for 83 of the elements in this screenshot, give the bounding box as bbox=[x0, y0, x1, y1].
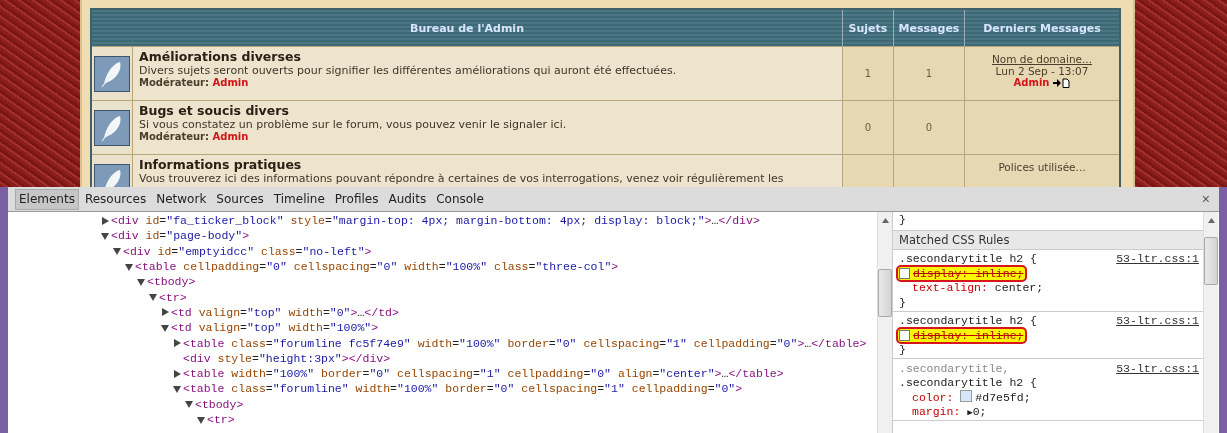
devtools-tab[interactable]: Sources bbox=[212, 188, 268, 210]
scroll-up-icon[interactable] bbox=[1207, 218, 1215, 223]
section-header: Matched CSS Rules bbox=[893, 229, 1203, 250]
scroll-up-icon[interactable] bbox=[881, 218, 889, 223]
scrollbar[interactable] bbox=[1203, 212, 1218, 433]
checkbox[interactable] bbox=[899, 267, 910, 279]
last-post-link[interactable]: Nom de domaine... bbox=[966, 53, 1118, 65]
expand-toggle-icon[interactable] bbox=[101, 231, 109, 240]
source-link[interactable]: 53-ltr.css:1 bbox=[1116, 314, 1199, 328]
css-selector: .secondarytitle h2 { bbox=[899, 376, 1038, 390]
html-code-line[interactable]: <td valign="top" width="0">…</td> bbox=[171, 305, 399, 319]
last-post-link[interactable]: Polices utilisée... bbox=[966, 161, 1118, 173]
moderator-link[interactable]: Admin bbox=[212, 77, 249, 88]
feather-icon bbox=[94, 55, 130, 92]
html-code-line[interactable]: <table cellpadding="0" cellspacing="0" width="100%" class="three-col"> bbox=[135, 260, 619, 274]
forum-description: Si vous constatez un problème sur le forum, vous pouvez venir le signaler ici. bbox=[139, 118, 568, 131]
expand-toggle-icon[interactable] bbox=[173, 384, 181, 393]
forum-title-link[interactable]: Améliorations diverses bbox=[139, 49, 836, 64]
css-selector: .secondarytitle h2 { bbox=[899, 252, 1038, 266]
devtools-tab[interactable]: Elements bbox=[15, 188, 79, 210]
expand-toggle-icon[interactable] bbox=[125, 262, 133, 271]
author-link[interactable]: Admin bbox=[1013, 77, 1050, 88]
expand-toggle-icon[interactable] bbox=[113, 247, 121, 256]
html-code-line[interactable]: <tbody> bbox=[147, 275, 196, 289]
moderator-link[interactable]: Admin bbox=[212, 131, 249, 142]
html-code-line[interactable]: <table width="100%" border="0" cellspacing="1" cellpadding="0" align="center">…</table> bbox=[183, 367, 784, 381]
moderator-label: Modérateur: bbox=[139, 77, 210, 88]
css-selector: .secondarytitle, bbox=[899, 361, 1010, 375]
html-code-line[interactable]: <tr> bbox=[159, 290, 187, 304]
expand-toggle-icon[interactable] bbox=[173, 369, 181, 378]
expand-toggle-icon[interactable] bbox=[149, 293, 157, 302]
scrollbar[interactable] bbox=[877, 212, 892, 433]
css-declaration[interactable]: color: #d7e5fd; bbox=[912, 390, 1031, 405]
html-code-line[interactable]: <table class="forumline fc5f74e9" width="100%" border="0" cellspacing="1" cellpadding="0">…</table> bbox=[183, 336, 867, 350]
devtools-tab[interactable]: Audits bbox=[384, 188, 431, 210]
expand-toggle-icon[interactable] bbox=[161, 323, 169, 332]
scrollbar-thumb[interactable] bbox=[878, 269, 892, 317]
html-code-line[interactable]: <td valign="top" width="100%"> bbox=[171, 321, 379, 335]
expand-toggle-icon[interactable] bbox=[185, 400, 193, 409]
source-link[interactable]: 53-ltr.css:1 bbox=[1116, 252, 1199, 266]
feather-icon bbox=[94, 109, 130, 146]
posts-count: 1 bbox=[893, 46, 965, 101]
forum-description: Divers sujets seront ouverts pour signifier les différentes améliorations qui auront été effectuées. bbox=[139, 64, 678, 77]
forum-description: Vous trouverez ici des informations pouvant répondre à certaines de vos interrogations, venez voir régulièrement les bbox=[139, 172, 785, 185]
column-header: Bureau de l'Admin bbox=[91, 9, 843, 47]
css-brace: } bbox=[899, 343, 906, 357]
expand-toggle-icon[interactable] bbox=[173, 339, 181, 347]
scrollbar-thumb[interactable] bbox=[1204, 237, 1218, 285]
expand-toggle-icon[interactable] bbox=[161, 308, 169, 317]
css-declaration[interactable]: text-align: center; bbox=[912, 281, 1044, 295]
css-brace: } bbox=[899, 295, 906, 309]
go-to-post-icon[interactable] bbox=[1053, 77, 1071, 88]
html-code-line[interactable]: <div id="fa_ticker_block" style="margin-top: 4px; margin-bottom: 4px; display: block;">…</div> bbox=[111, 214, 760, 228]
posts-count: 0 bbox=[893, 100, 965, 155]
devtools-tab[interactable]: Console bbox=[432, 188, 488, 210]
expand-toggle-icon[interactable] bbox=[197, 415, 205, 424]
checkbox[interactable] bbox=[899, 329, 910, 341]
devtools-tab[interactable]: Profiles bbox=[330, 188, 383, 210]
devtools-tab[interactable]: Timeline bbox=[269, 188, 329, 210]
source-link[interactable]: 53-ltr.css:1 bbox=[1116, 361, 1199, 375]
topics-count: 1 bbox=[842, 46, 894, 101]
html-code-line[interactable]: <tr> bbox=[207, 413, 235, 426]
expand-toggle-icon[interactable] bbox=[101, 216, 109, 225]
topics-count: 0 bbox=[842, 100, 894, 155]
forum-title-link[interactable]: Informations pratiques bbox=[139, 157, 836, 172]
devtools-tab[interactable]: Resources bbox=[80, 188, 151, 210]
moderator-label: Modérateur: bbox=[139, 131, 210, 142]
devtools-tab[interactable]: Network bbox=[152, 188, 211, 210]
html-code-line[interactable]: <tbody> bbox=[195, 397, 244, 411]
html-code-line[interactable]: <table class="forumline" width="100%" border="0" cellspacing="1" cellpadding="0"> bbox=[183, 382, 743, 396]
html-code-line[interactable]: <div id="page-body"> bbox=[111, 229, 250, 243]
css-selector: .secondarytitle h2 { bbox=[899, 314, 1038, 328]
column-header: Messages bbox=[893, 9, 965, 47]
column-header: Sujets bbox=[842, 9, 894, 47]
forum-title-link[interactable]: Bugs et soucis divers bbox=[139, 103, 836, 118]
html-code-line[interactable]: <div id="emptyidcc" class="no-left"> bbox=[123, 244, 372, 258]
css-declaration[interactable]: margin: ▶0; bbox=[912, 405, 987, 419]
css-brace: } bbox=[899, 212, 906, 226]
expand-toggle-icon[interactable] bbox=[137, 277, 145, 286]
last-post-date: Lun 2 Sep - 13:07 bbox=[994, 65, 1090, 77]
column-header: Derniers Messages bbox=[964, 9, 1120, 47]
close-button[interactable]: × bbox=[1198, 191, 1213, 207]
html-code-line[interactable]: <div style="height:3px"></div> bbox=[183, 351, 391, 365]
